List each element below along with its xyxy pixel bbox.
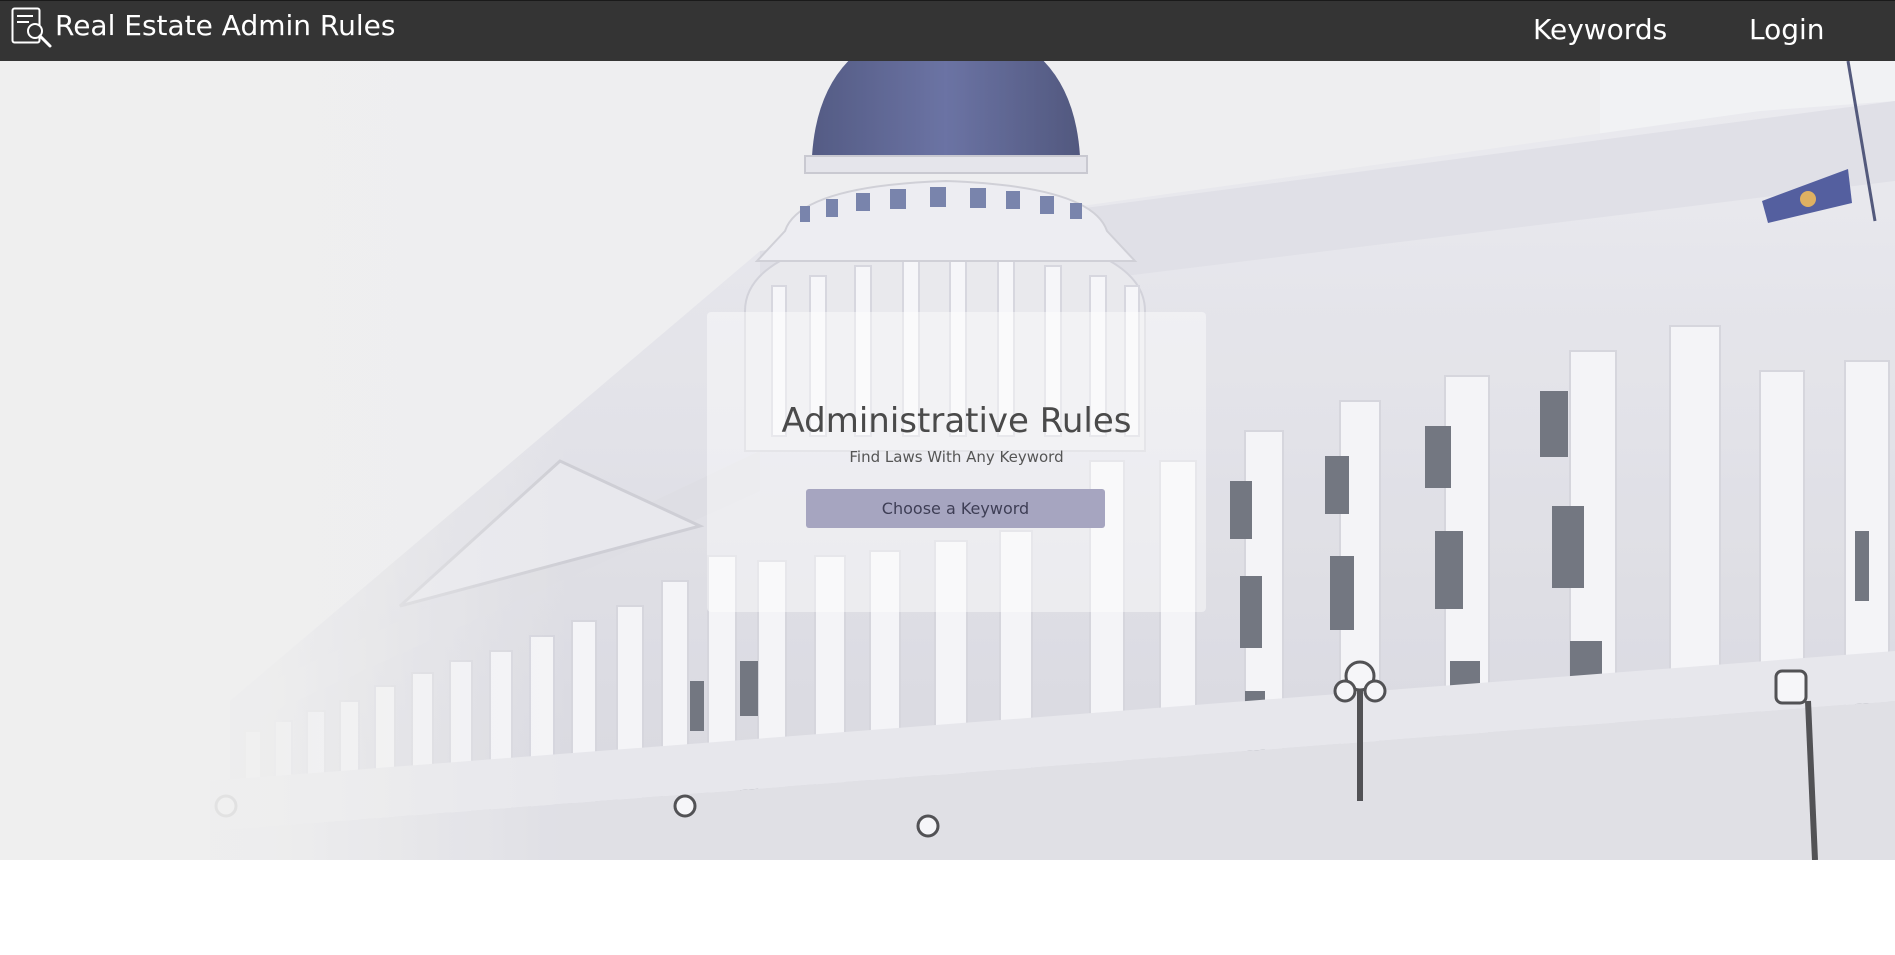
nav-link-keywords[interactable]: Keywords xyxy=(1533,13,1667,46)
document-search-icon xyxy=(11,7,53,49)
hero-section: Administrative Rules Find Laws With Any … xyxy=(0,61,1895,860)
hero-card: Administrative Rules Find Laws With Any … xyxy=(707,312,1206,612)
choose-keyword-button[interactable]: Choose a Keyword xyxy=(806,489,1105,528)
brand-link[interactable]: Real Estate Admin Rules xyxy=(11,6,395,50)
brand-title: Real Estate Admin Rules xyxy=(55,8,396,42)
page-subtitle: Find Laws With Any Keyword xyxy=(849,448,1064,466)
nav-link-login[interactable]: Login xyxy=(1749,13,1825,46)
page-title: Administrative Rules xyxy=(781,401,1132,441)
top-navbar: Real Estate Admin Rules Keywords Login xyxy=(0,0,1895,61)
